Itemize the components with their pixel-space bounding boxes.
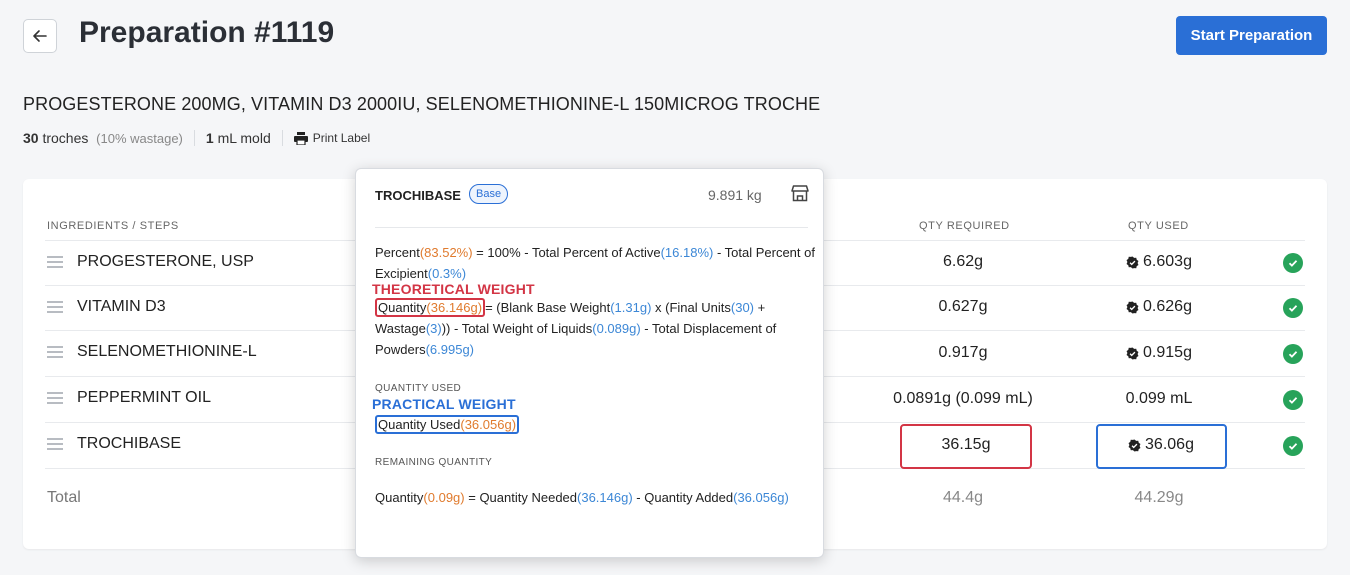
divider bbox=[193, 130, 195, 146]
quantity-used-formula: Quantity Used(36.056g) bbox=[375, 414, 815, 435]
quantity-highlight: Quantity(36.146g) bbox=[375, 298, 486, 317]
total-label: Total bbox=[47, 489, 81, 506]
print-label-text: Print Label bbox=[312, 131, 371, 145]
remaining-formula: Quantity(0.09g) = Quantity Needed(36.146… bbox=[375, 490, 789, 505]
arrow-left-icon bbox=[33, 30, 47, 42]
qty-used: 6.603g bbox=[1069, 253, 1249, 271]
troche-count: 30 bbox=[23, 130, 39, 146]
col-qty-required: QTY REQUIRED bbox=[919, 220, 1010, 232]
practical-weight-annotation: PRACTICAL WEIGHT bbox=[372, 396, 516, 412]
check-icon bbox=[1283, 390, 1303, 410]
product-name: PROGESTERONE 200MG, VITAMIN D3 2000IU, S… bbox=[23, 94, 821, 114]
qty-used-value: 0.626g bbox=[1143, 298, 1192, 315]
drag-handle-icon[interactable] bbox=[47, 346, 63, 361]
col-qty-used: QTY USED bbox=[1128, 220, 1189, 232]
drag-handle-icon[interactable] bbox=[47, 392, 63, 407]
remaining-quantity-section: REMAINING QUANTITY bbox=[375, 457, 493, 468]
print-label-button[interactable]: Print Label bbox=[293, 131, 371, 145]
troche-unit: troches bbox=[42, 130, 89, 146]
col-ingredients: INGREDIENTS / STEPS bbox=[47, 220, 179, 232]
qty-required: 6.62g bbox=[942, 253, 984, 270]
product-meta: 30 troches (10% wastage) 1 mL mold Print… bbox=[23, 130, 370, 146]
ingredient-name: SELENOMETHIONINE-L bbox=[77, 343, 257, 360]
ingredient-name: TROCHIBASE bbox=[77, 435, 182, 452]
start-preparation-button[interactable]: Start Preparation bbox=[1176, 16, 1327, 55]
wastage-note: (10% wastage) bbox=[96, 130, 183, 146]
qty-used: 0.915g bbox=[1069, 344, 1249, 362]
ingredient-name: PEPPERMINT OIL bbox=[77, 389, 211, 406]
qty-used: 0.626g bbox=[1069, 298, 1249, 316]
drag-handle-icon[interactable] bbox=[47, 438, 63, 453]
base-badge: Base bbox=[469, 184, 509, 204]
drag-handle-icon[interactable] bbox=[47, 301, 63, 316]
qty-required-highlight bbox=[900, 424, 1032, 469]
theoretical-weight-annotation: THEORETICAL WEIGHT bbox=[372, 281, 535, 297]
qty-used-value: 0.099 mL bbox=[1125, 390, 1193, 407]
quantity-used-section: QUANTITY USED bbox=[375, 383, 462, 394]
verified-badge-icon bbox=[1126, 256, 1139, 268]
mold-unit: mL mold bbox=[217, 130, 271, 146]
verified-badge-icon bbox=[1126, 347, 1139, 359]
divider bbox=[281, 130, 283, 146]
qty-used-highlight bbox=[1096, 424, 1227, 469]
quantity-used-highlight: Quantity Used(36.056g) bbox=[375, 415, 520, 434]
stock-weight: 9.891 kg bbox=[708, 187, 762, 203]
ingredient-name: VITAMIN D3 bbox=[77, 298, 166, 315]
qty-required: 0.0891g (0.099 mL) bbox=[893, 390, 1033, 407]
qty-used-value: 6.603g bbox=[1143, 253, 1192, 270]
printer-icon bbox=[293, 131, 308, 145]
ingredient-name: PROGESTERONE, USP bbox=[77, 253, 254, 270]
check-icon bbox=[1283, 436, 1303, 456]
ingredient-popover: TROCHIBASE Base 9.891 kg Percent(83.52%)… bbox=[355, 168, 824, 558]
drag-handle-icon[interactable] bbox=[47, 256, 63, 271]
total-used: 44.29g bbox=[1134, 489, 1184, 506]
back-button[interactable] bbox=[23, 19, 57, 53]
store-icon bbox=[791, 185, 809, 207]
qty-required: 0.917g bbox=[938, 344, 988, 361]
check-icon bbox=[1283, 298, 1303, 318]
divider bbox=[375, 227, 808, 228]
total-required: 44.4g bbox=[942, 489, 984, 506]
verified-badge-icon bbox=[1126, 301, 1139, 313]
qty-used: 0.099 mL bbox=[1069, 390, 1249, 408]
check-icon bbox=[1283, 253, 1303, 273]
qty-used-value: 0.915g bbox=[1143, 344, 1192, 361]
qty-required: 0.627g bbox=[938, 298, 988, 315]
popover-title: TROCHIBASE bbox=[375, 188, 461, 203]
check-icon bbox=[1283, 344, 1303, 364]
percent-formula: Percent(83.52%) = 100% - Total Percent o… bbox=[375, 245, 815, 281]
mold-value: 1 bbox=[205, 130, 214, 146]
page-title: Preparation #1119 bbox=[79, 16, 335, 49]
quantity-formula: Quantity(36.146g) = (Blank Base Weight(1.… bbox=[375, 298, 777, 357]
